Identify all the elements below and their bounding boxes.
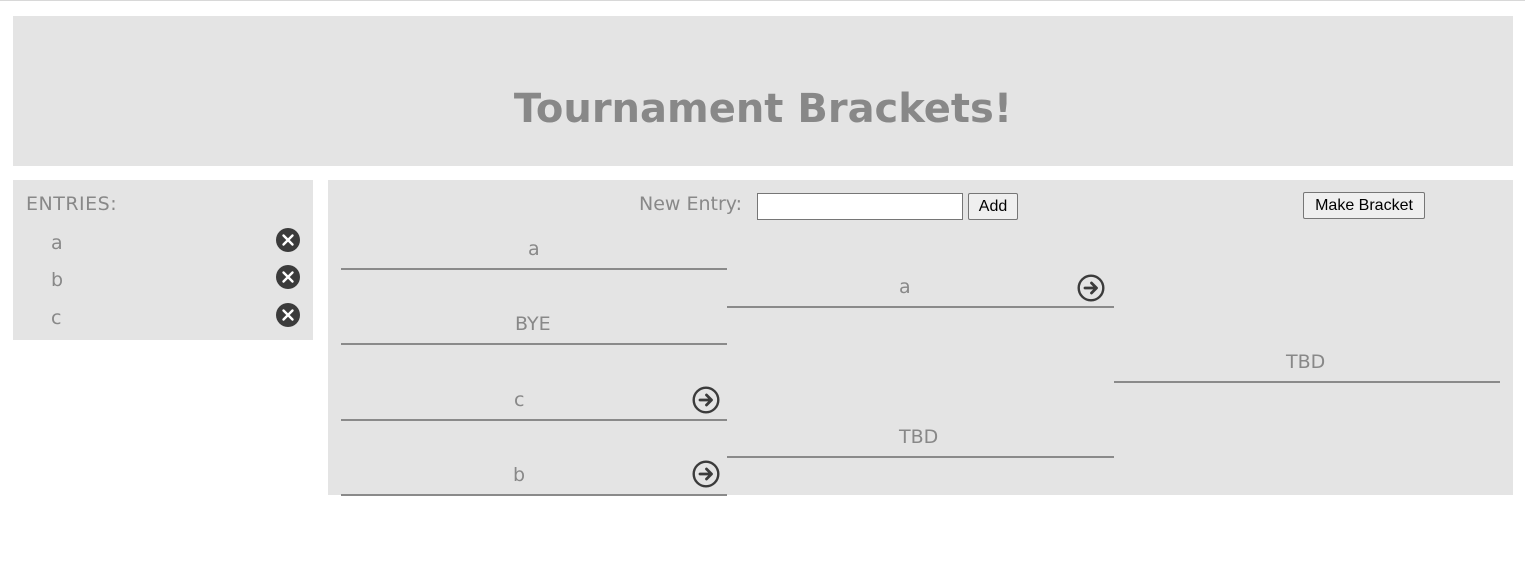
remove-entry-button[interactable] <box>276 228 300 252</box>
bracket-slot-round2: TBD <box>727 418 1114 458</box>
add-button[interactable]: Add <box>968 193 1018 220</box>
arrow-right-circle-icon <box>692 386 720 414</box>
close-circle-icon <box>282 309 294 321</box>
slot-entry-name: a <box>528 238 540 260</box>
slot-entry-name: TBD <box>899 426 939 448</box>
slot-entry-name: BYE <box>515 313 551 335</box>
bracket-slot-round1: BYE <box>341 305 727 345</box>
slot-entry-name: a <box>899 276 911 298</box>
close-circle-icon <box>282 234 294 246</box>
slot-entry-name: TBD <box>1286 351 1326 373</box>
bracket-slot-round2: a <box>727 268 1114 308</box>
page-title: Tournament Brackets! <box>513 86 1013 132</box>
bracket-slot-final: TBD <box>1114 343 1500 383</box>
page-header: Tournament Brackets! <box>13 16 1513 166</box>
entries-heading: ENTRIES: <box>26 193 118 215</box>
slot-entry-name: c <box>514 389 525 411</box>
arrow-right-circle-icon <box>692 460 720 488</box>
entry-name: c <box>51 307 62 329</box>
bracket-panel: New Entry: Add Make Bracket a BYE c b a <box>328 180 1513 496</box>
advance-button[interactable] <box>1077 274 1105 302</box>
entry-name: a <box>51 232 63 254</box>
slot-entry-name: b <box>513 464 526 486</box>
close-circle-icon <box>282 271 294 283</box>
remove-entry-button[interactable] <box>276 303 300 327</box>
remove-entry-button[interactable] <box>276 265 300 289</box>
advance-button[interactable] <box>692 386 720 414</box>
entry-item: a <box>13 228 313 258</box>
entry-name: b <box>51 269 64 291</box>
top-divider <box>0 0 1525 1</box>
entries-panel: ENTRIES: a b c <box>13 180 313 340</box>
new-entry-label: New Entry: <box>639 193 743 215</box>
new-entry-input[interactable] <box>757 193 963 220</box>
bracket-slot-round1: c <box>341 381 727 421</box>
entry-item: c <box>13 303 313 333</box>
bracket-slot-round1: b <box>341 456 727 496</box>
bracket-slot-round1: a <box>341 230 727 270</box>
advance-button[interactable] <box>692 460 720 488</box>
entry-item: b <box>13 265 313 295</box>
make-bracket-button[interactable]: Make Bracket <box>1303 192 1425 219</box>
arrow-right-circle-icon <box>1077 274 1105 302</box>
